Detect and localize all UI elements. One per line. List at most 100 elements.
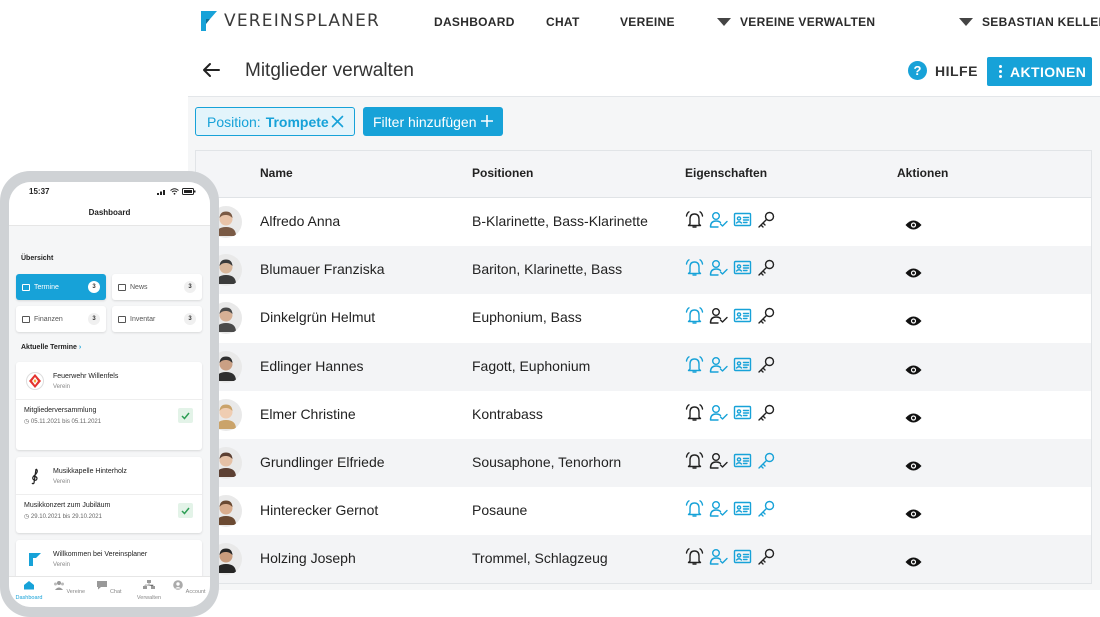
tile-count: 3 — [88, 281, 100, 293]
eye-icon[interactable] — [905, 364, 922, 376]
table-row[interactable]: Holzing Joseph Trommel, Schlagzeug — [196, 535, 1091, 584]
eye-icon[interactable] — [905, 556, 922, 568]
events-section-link[interactable]: Aktuelle Termine › — [21, 344, 81, 351]
back-arrow-icon[interactable] — [200, 59, 222, 81]
group-icon — [53, 581, 64, 590]
eye-icon[interactable] — [905, 412, 922, 424]
eye-icon[interactable] — [905, 219, 922, 231]
tile-termine[interactable]: Termine 3 — [16, 274, 106, 300]
add-filter-label: Filter hinzufügen — [373, 113, 477, 130]
card-org: Feuerwehr Willenfels Verein — [16, 362, 202, 400]
bell-icon — [685, 548, 704, 566]
app-logo[interactable]: VEREINSPLANER — [200, 10, 380, 32]
eye-icon[interactable] — [905, 315, 922, 327]
member-positions: B-Klarinette, Bass-Klarinette — [472, 213, 648, 229]
user-check-icon — [709, 501, 728, 517]
col-header-actions: Aktionen — [897, 166, 949, 180]
bell-icon — [685, 307, 704, 325]
user-check-icon — [709, 549, 728, 566]
org-chart-icon — [143, 580, 155, 589]
table-row[interactable]: Blumauer Franziska Bariton, Klarinette, B… — [196, 246, 1091, 295]
org-name: Feuerwehr Willenfels — [53, 373, 119, 380]
nav-chat[interactable]: CHAT — [546, 15, 580, 29]
table-row[interactable]: Alfredo Anna B-Klarinette, Bass-Klarinett… — [196, 198, 1091, 246]
eye-icon[interactable] — [905, 508, 922, 520]
eye-icon[interactable] — [905, 267, 922, 279]
user-menu[interactable]: SEBASTIAN KELLER — [959, 15, 1100, 29]
event-card[interactable]: Musikkapelle Hinterholz Verein Musikkonz… — [16, 457, 202, 533]
actions-button[interactable]: AKTIONEN — [987, 57, 1092, 86]
tab-verwalten[interactable]: Verwalten — [131, 580, 167, 601]
table-row[interactable]: Edlinger Hannes Fagott, Euphonium — [196, 342, 1091, 391]
member-positions: Posaune — [472, 502, 528, 519]
active-filter-chip[interactable]: Position: Trompete — [195, 107, 355, 136]
signal-icon — [157, 190, 165, 195]
mobile-header: Dashboard — [9, 202, 210, 226]
close-icon[interactable] — [331, 115, 344, 128]
col-header-positions[interactable]: Positionen — [472, 166, 533, 180]
help-button[interactable]: ? HILFE — [908, 61, 978, 80]
tile-inventar[interactable]: Inventar 3 — [112, 306, 202, 332]
tile-label: Inventar — [130, 315, 156, 323]
status-icons — [157, 188, 196, 195]
actions-label: AKTIONEN — [1010, 63, 1087, 80]
add-filter-button[interactable]: Filter hinzufügen — [363, 107, 503, 136]
wifi-icon — [170, 188, 179, 195]
vereinsplaner-logo-icon — [29, 553, 41, 566]
events-title: Aktuelle Termine — [21, 344, 77, 351]
org-type: Verein — [53, 479, 71, 485]
member-properties — [685, 403, 776, 422]
tile-finanzen[interactable]: Finanzen 3 — [16, 306, 106, 332]
org-name: Willkommen bei Vereinsplaner — [53, 551, 148, 558]
dropdown-caret-icon — [717, 18, 731, 26]
key-icon — [758, 308, 775, 325]
eye-icon[interactable] — [905, 460, 922, 472]
col-header-name[interactable]: Name — [260, 166, 293, 180]
tab-account[interactable]: Account — [171, 580, 207, 595]
table-row[interactable]: Hinterecker Gernot Posaune — [196, 487, 1091, 535]
tab-dashboard[interactable]: Dashboard — [11, 580, 47, 601]
account-icon — [173, 580, 184, 590]
check-icon — [178, 503, 193, 518]
treble-clef-icon — [31, 468, 38, 485]
tab-vereine[interactable]: Vereine — [51, 580, 87, 595]
nav-vereine-verwalten[interactable]: VEREINE VERWALTEN — [717, 15, 875, 29]
table-row[interactable]: Grundlinger Elfriede Sousaphone, Tenorhor… — [196, 439, 1091, 487]
nav-vereine[interactable]: VEREINE — [620, 15, 675, 29]
user-check-icon — [709, 212, 728, 228]
table-row[interactable]: Dinkelgrün Helmut Euphonium, Bass — [196, 294, 1091, 342]
key-icon — [758, 404, 775, 421]
table-row[interactable]: Elmer Christine Kontrabass — [196, 391, 1091, 439]
member-positions: Fagott, Euphonium — [472, 357, 591, 374]
tile-label: Termine — [34, 283, 59, 291]
status-time: 15:37 — [29, 187, 50, 196]
tab-chat[interactable]: Chat — [91, 580, 127, 595]
id-card-icon — [733, 550, 752, 564]
col-header-properties: Eigenschaften — [685, 166, 768, 180]
filter-value: Trompete — [265, 113, 329, 130]
bell-icon — [685, 452, 704, 469]
welcome-card[interactable]: Willkommen bei Vereinsplaner Verein — [16, 540, 202, 580]
chat-icon — [97, 581, 108, 590]
id-card-icon — [733, 309, 752, 323]
desktop-app: VEREINSPLANER DASHBOARD CHAT VEREINE VER… — [188, 0, 1100, 590]
calendar-icon — [22, 283, 30, 291]
page-header: Mitglieder verwalten ? HILFE AKTIONEN — [188, 45, 1100, 97]
nav-dashboard[interactable]: DASHBOARD — [434, 15, 515, 29]
phone-mockup: 15:37 Dashboard Übersicht Termine 3 News 3… — [0, 171, 219, 617]
event-card[interactable]: Feuerwehr Willenfels Verein Mitgliederve… — [16, 362, 202, 450]
inventory-icon — [118, 315, 126, 323]
status-bar: 15:37 — [9, 182, 210, 202]
tile-news[interactable]: News 3 — [112, 274, 202, 300]
member-properties — [685, 210, 776, 229]
member-name: Alfredo Anna — [260, 213, 341, 229]
id-card-icon — [733, 260, 752, 275]
coins-icon — [22, 315, 30, 323]
member-positions: Bariton, Klarinette, Bass — [472, 261, 623, 278]
key-icon — [758, 356, 775, 373]
chevron-right-icon: › — [78, 344, 82, 351]
user-check-icon — [709, 453, 728, 469]
user-check-icon — [709, 404, 728, 421]
member-name: Elmer Christine — [260, 405, 356, 422]
member-properties — [685, 451, 776, 470]
